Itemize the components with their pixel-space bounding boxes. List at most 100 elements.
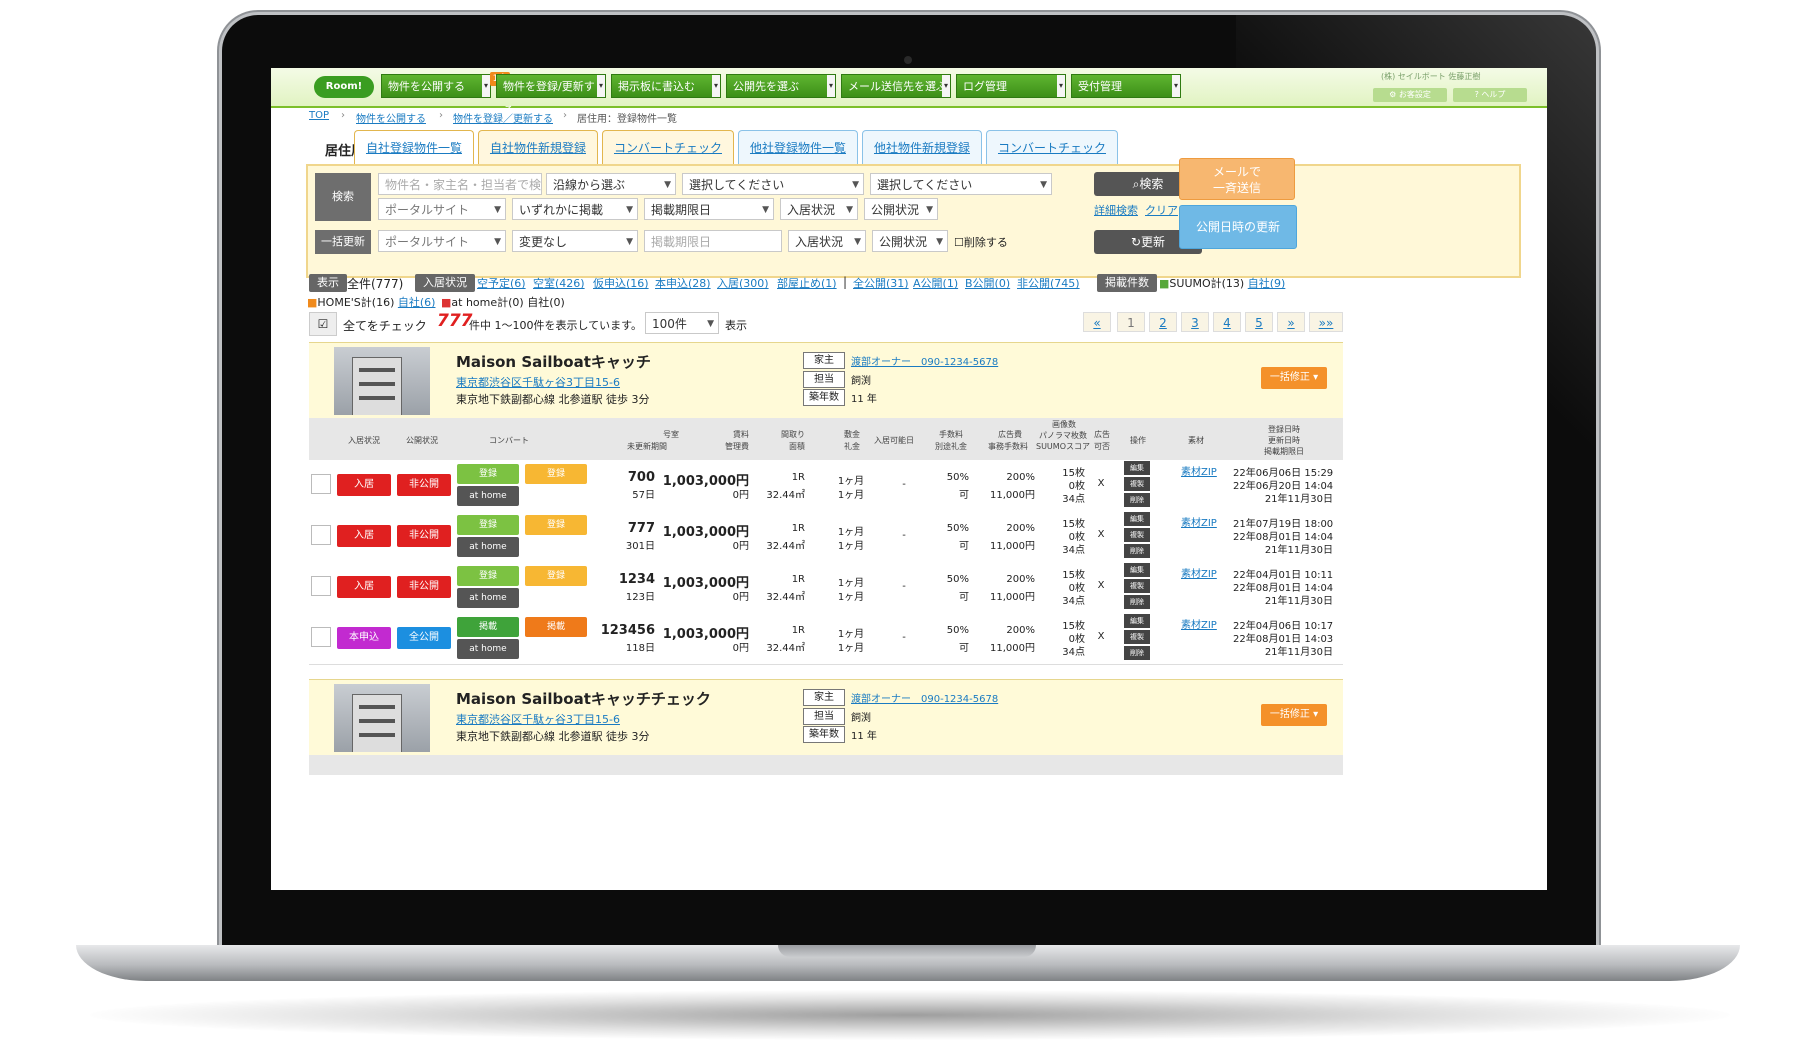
- pager-last[interactable]: »»: [1309, 312, 1343, 332]
- delete-button[interactable]: 削除: [1124, 493, 1150, 507]
- area-select-2[interactable]: 選択してください ▼: [870, 173, 1052, 195]
- room-logo[interactable]: Room!: [314, 76, 374, 98]
- convert-homes-button[interactable]: 登録: [525, 515, 587, 535]
- edit-button[interactable]: 編集: [1124, 563, 1150, 577]
- nav-board[interactable]: 掲示板に書込む ▾: [611, 74, 721, 98]
- tab-own-list[interactable]: 自社登録物件一覧: [354, 130, 474, 164]
- detail-search-link[interactable]: 詳細検索: [1094, 204, 1138, 217]
- nav-register[interactable]: 物件を登録/更新する ▾: [496, 74, 606, 117]
- filter-vacant[interactable]: 空室(426): [533, 275, 585, 291]
- owner-link[interactable]: 渡部オーナー 090-1234-5678: [851, 353, 998, 368]
- publish-pill[interactable]: 非公開: [397, 474, 451, 496]
- edit-button[interactable]: 編集: [1124, 512, 1150, 526]
- convert-homes-button[interactable]: 登録: [525, 464, 587, 484]
- pager-5[interactable]: 5: [1245, 312, 1273, 332]
- convert-homes-button[interactable]: 登録: [525, 566, 587, 586]
- row-checkbox[interactable]: [311, 627, 331, 647]
- athome-button[interactable]: at home: [457, 639, 519, 659]
- settings-button[interactable]: ⚙ お客設定: [1373, 88, 1447, 102]
- athome-button[interactable]: at home: [457, 588, 519, 608]
- owner-link[interactable]: 渡部オーナー 090-1234-5678: [851, 690, 998, 705]
- publish-pill[interactable]: 非公開: [397, 576, 451, 598]
- athome-button[interactable]: at home: [457, 537, 519, 557]
- occupancy-pill[interactable]: 本申込: [337, 627, 391, 649]
- delete-button[interactable]: 削除: [1124, 544, 1150, 558]
- line-select[interactable]: 沿線から選ぶ ▼: [546, 173, 676, 195]
- filter-all-public[interactable]: 全公開(31): [853, 275, 909, 291]
- pager-next[interactable]: »: [1277, 312, 1305, 332]
- material-zip-link[interactable]: 素材ZIP: [1181, 463, 1217, 478]
- area-select-1[interactable]: 選択してください ▼: [682, 173, 864, 195]
- row-checkbox[interactable]: [311, 576, 331, 596]
- check-all-button[interactable]: ☑: [309, 312, 337, 336]
- material-zip-link[interactable]: 素材ZIP: [1181, 565, 1217, 580]
- convert-suumo-button[interactable]: 登録: [457, 515, 519, 535]
- nav-publish-target[interactable]: 公開先を選ぶ ▾: [726, 74, 836, 98]
- bulk-portal-select[interactable]: ポータルサイト ▼: [378, 230, 506, 252]
- filter-occupied[interactable]: 入居(300): [717, 275, 769, 291]
- filter-all[interactable]: 全件(777): [347, 275, 403, 292]
- listing-select[interactable]: いずれかに掲載 ▼: [512, 198, 638, 220]
- filter-private[interactable]: 非公開(745): [1017, 275, 1080, 291]
- clear-link[interactable]: クリア: [1145, 204, 1178, 217]
- edit-button[interactable]: 編集: [1124, 461, 1150, 475]
- duplicate-button[interactable]: 複製: [1124, 579, 1150, 593]
- filter-application[interactable]: 本申込(28): [655, 275, 711, 291]
- duplicate-button[interactable]: 複製: [1124, 630, 1150, 644]
- convert-suumo-button[interactable]: 掲載: [457, 617, 519, 637]
- occupancy-pill[interactable]: 入居: [337, 576, 391, 598]
- nav-reception[interactable]: 受付管理 ▾: [1071, 74, 1181, 98]
- tab-own-convert[interactable]: コンバートチェック: [602, 130, 734, 164]
- material-zip-link[interactable]: 素材ZIP: [1181, 514, 1217, 529]
- filter-a-public[interactable]: A公開(1): [913, 275, 958, 291]
- filter-provisional[interactable]: 仮申込(16): [593, 275, 649, 291]
- row-checkbox[interactable]: [311, 474, 331, 494]
- suumo-own-link[interactable]: 自社(9): [1248, 277, 1286, 290]
- breadcrumb-register[interactable]: 物件を登録／更新する: [453, 110, 553, 125]
- bulk-change-select[interactable]: 変更なし ▼: [512, 230, 638, 252]
- filter-b-public[interactable]: B公開(0): [965, 275, 1010, 291]
- property-address[interactable]: 東京都渋谷区千駄ヶ谷3丁目15-6: [456, 711, 620, 727]
- material-zip-link[interactable]: 素材ZIP: [1181, 616, 1217, 631]
- pager-1[interactable]: 1: [1117, 312, 1145, 332]
- per-page-select[interactable]: 100件 ▼: [645, 312, 719, 334]
- convert-suumo-button[interactable]: 登録: [457, 464, 519, 484]
- occupancy-pill[interactable]: 入居: [337, 474, 391, 496]
- nav-publish[interactable]: 物件を公開する1人▾: [381, 72, 510, 98]
- nav-mail-target[interactable]: メール送信先を選ぶ ▾: [841, 74, 951, 98]
- tab-other-new[interactable]: 他社物件新規登録: [862, 130, 982, 164]
- duplicate-button[interactable]: 複製: [1124, 528, 1150, 542]
- keyword-input[interactable]: 物件名・家主名・担当者で検索: [378, 173, 542, 195]
- pager-2[interactable]: 2: [1149, 312, 1177, 332]
- tab-other-list[interactable]: 他社登録物件一覧: [738, 130, 858, 164]
- delete-button[interactable]: 削除: [1124, 646, 1150, 660]
- convert-homes-button[interactable]: 掲載: [525, 617, 587, 637]
- delete-checkbox[interactable]: ☐削除する: [954, 234, 1008, 250]
- breadcrumb-top[interactable]: TOP: [309, 110, 329, 121]
- pager-first[interactable]: «: [1083, 312, 1111, 332]
- convert-suumo-button[interactable]: 登録: [457, 566, 519, 586]
- delete-button[interactable]: 削除: [1124, 595, 1150, 609]
- bulk-edit-button[interactable]: 一括修正 ▾: [1261, 704, 1327, 726]
- property-address[interactable]: 東京都渋谷区千駄ヶ谷3丁目15-6: [456, 374, 620, 390]
- tab-other-convert[interactable]: コンバートチェック: [986, 130, 1118, 164]
- filter-hold[interactable]: 部屋止め(1): [777, 275, 837, 291]
- row-checkbox[interactable]: [311, 525, 331, 545]
- mail-broadcast-button[interactable]: メールで 一斉送信: [1179, 158, 1295, 200]
- bulk-edit-button[interactable]: 一括修正 ▾: [1261, 367, 1327, 389]
- breadcrumb-publish[interactable]: 物件を公開する: [356, 110, 426, 125]
- athome-button[interactable]: at home: [457, 486, 519, 506]
- publish-datetime-update-button[interactable]: 公開日時の更新: [1179, 205, 1297, 249]
- filter-scheduled[interactable]: 空予定(6): [477, 275, 526, 291]
- bulk-expiry-input[interactable]: 掲載期限日: [644, 230, 782, 252]
- duplicate-button[interactable]: 複製: [1124, 477, 1150, 491]
- pager-3[interactable]: 3: [1181, 312, 1209, 332]
- publish-pill[interactable]: 非公開: [397, 525, 451, 547]
- pager-4[interactable]: 4: [1213, 312, 1241, 332]
- bulk-publish-select[interactable]: 公開状況 ▼: [872, 230, 948, 252]
- publish-select[interactable]: 公開状況 ▼: [864, 198, 938, 220]
- edit-button[interactable]: 編集: [1124, 614, 1150, 628]
- occupancy-pill[interactable]: 入居: [337, 525, 391, 547]
- help-button[interactable]: ? ヘルプ: [1453, 88, 1527, 102]
- homes-own-link[interactable]: 自社(6): [398, 296, 436, 309]
